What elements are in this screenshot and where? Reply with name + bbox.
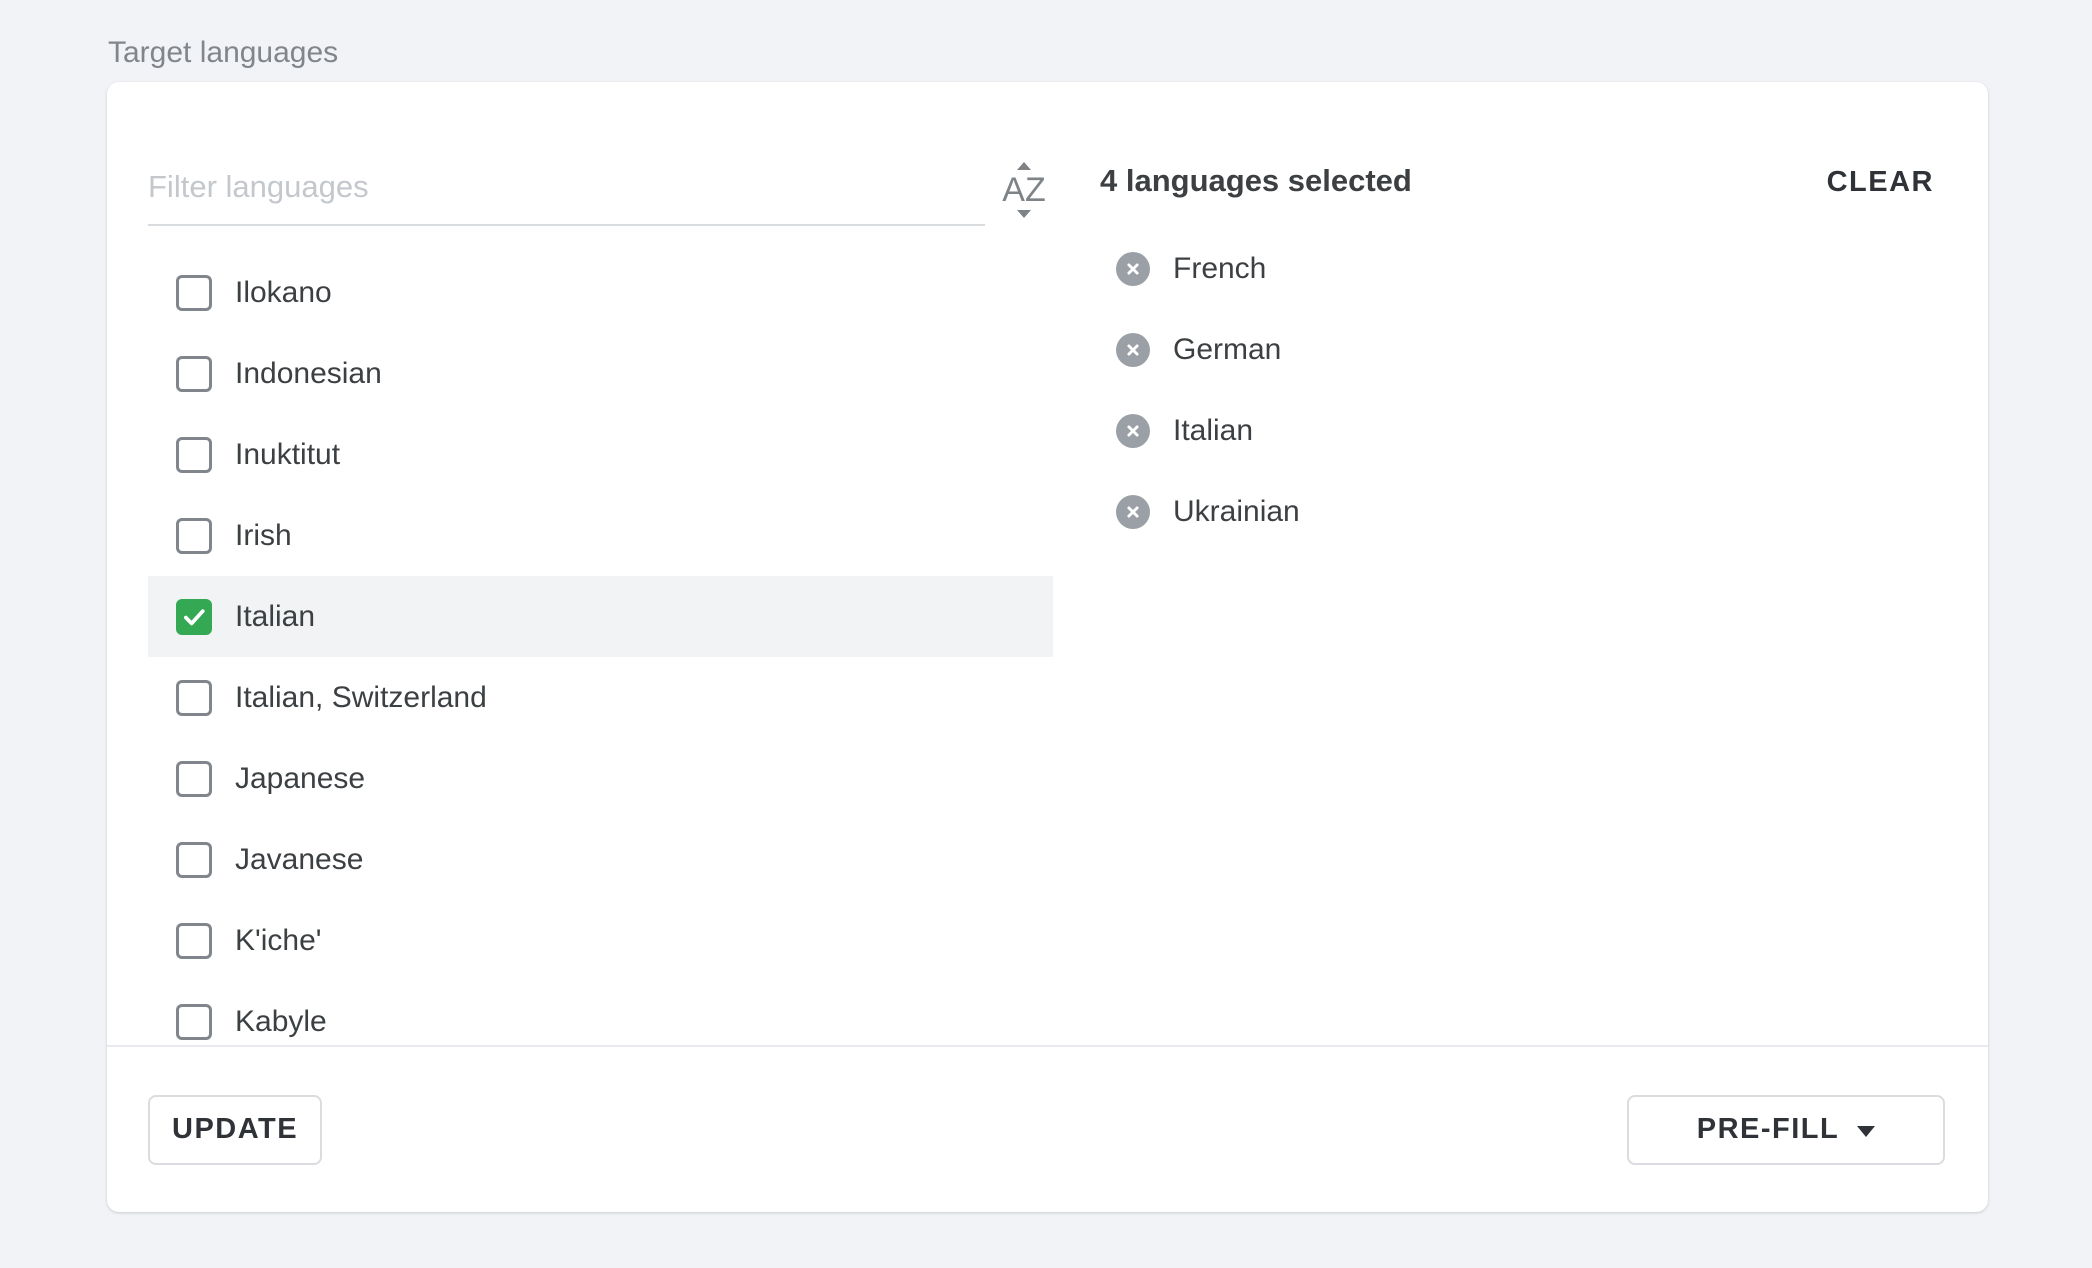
selected-header-row: 4 languages selected CLEAR [1100, 162, 1934, 200]
remove-language-icon[interactable] [1116, 414, 1150, 448]
language-row[interactable]: Italian, Switzerland [148, 657, 1053, 738]
sort-caret-down-icon [1017, 210, 1031, 218]
selected-language-row: Italian [1100, 390, 1934, 471]
language-label: Javanese [235, 843, 363, 877]
checkbox-unchecked[interactable] [176, 680, 212, 716]
language-row[interactable]: Indonesian [148, 333, 1053, 414]
selected-languages-pane: 4 languages selected CLEAR French German I… [1053, 82, 1988, 1045]
sort-caret-up-icon [1017, 162, 1031, 170]
card-footer: UPDATE PRE-FILL [107, 1045, 1988, 1212]
remove-language-icon[interactable] [1116, 252, 1150, 286]
language-label: Kabyle [235, 1005, 327, 1039]
checkbox-unchecked[interactable] [176, 842, 212, 878]
language-picker-pane: AZ Ilokano Indonesian Inuktitut Irish Italia… [107, 82, 1053, 1045]
language-label: Indonesian [235, 357, 382, 391]
prefill-button[interactable]: PRE-FILL [1627, 1095, 1945, 1165]
sort-letters: AZ [1002, 174, 1045, 206]
update-button-label: UPDATE [172, 1113, 298, 1146]
language-row[interactable]: Italian [148, 576, 1053, 657]
sort-alphabetical-icon[interactable]: AZ [995, 162, 1053, 218]
language-row[interactable]: Javanese [148, 819, 1053, 900]
language-label: Ilokano [235, 276, 332, 310]
checkbox-unchecked[interactable] [176, 518, 212, 554]
remove-language-icon[interactable] [1116, 333, 1150, 367]
language-row[interactable]: Irish [148, 495, 1053, 576]
checkbox-unchecked[interactable] [176, 923, 212, 959]
filter-row: AZ [148, 162, 1053, 226]
remove-language-icon[interactable] [1116, 495, 1150, 529]
card-body: AZ Ilokano Indonesian Inuktitut Irish Italia… [107, 82, 1988, 1045]
selected-language-label: Ukrainian [1173, 495, 1300, 529]
checkbox-unchecked[interactable] [176, 761, 212, 797]
language-row[interactable]: Japanese [148, 738, 1053, 819]
selected-language-list: French German Italian Ukrainian [1100, 228, 1934, 552]
language-row[interactable]: K'iche' [148, 900, 1053, 981]
selected-language-label: Italian [1173, 414, 1253, 448]
language-list: Ilokano Indonesian Inuktitut Irish Italian It… [148, 252, 1053, 1045]
checkbox-checked[interactable] [176, 599, 212, 635]
target-languages-card: AZ Ilokano Indonesian Inuktitut Irish Italia… [107, 82, 1988, 1212]
language-row[interactable]: Inuktitut [148, 414, 1053, 495]
selected-count-label: 4 languages selected [1100, 162, 1412, 200]
selected-language-row: French [1100, 228, 1934, 309]
filter-languages-input[interactable] [148, 168, 985, 226]
sort-letter-z: Z [1025, 171, 1046, 209]
language-label: Italian [235, 600, 315, 634]
language-label: Japanese [235, 762, 365, 796]
selected-language-label: French [1173, 252, 1266, 286]
checkbox-unchecked[interactable] [176, 356, 212, 392]
selected-language-label: German [1173, 333, 1281, 367]
selected-language-row: Ukrainian [1100, 471, 1934, 552]
selected-language-row: German [1100, 309, 1934, 390]
prefill-button-label: PRE-FILL [1697, 1113, 1840, 1146]
language-row[interactable]: Ilokano [148, 252, 1053, 333]
language-label: K'iche' [235, 924, 322, 958]
language-label: Inuktitut [235, 438, 340, 472]
checkbox-unchecked[interactable] [176, 1004, 212, 1040]
language-row[interactable]: Kabyle [148, 981, 1053, 1045]
checkbox-unchecked[interactable] [176, 275, 212, 311]
checkbox-unchecked[interactable] [176, 437, 212, 473]
language-label: Italian, Switzerland [235, 681, 487, 715]
language-label: Irish [235, 519, 292, 553]
page-title: Target languages [108, 36, 338, 70]
update-button[interactable]: UPDATE [148, 1095, 322, 1165]
sort-letter-a: A [1002, 171, 1025, 209]
clear-button[interactable]: CLEAR [1827, 166, 1934, 199]
chevron-down-icon [1857, 1126, 1875, 1137]
